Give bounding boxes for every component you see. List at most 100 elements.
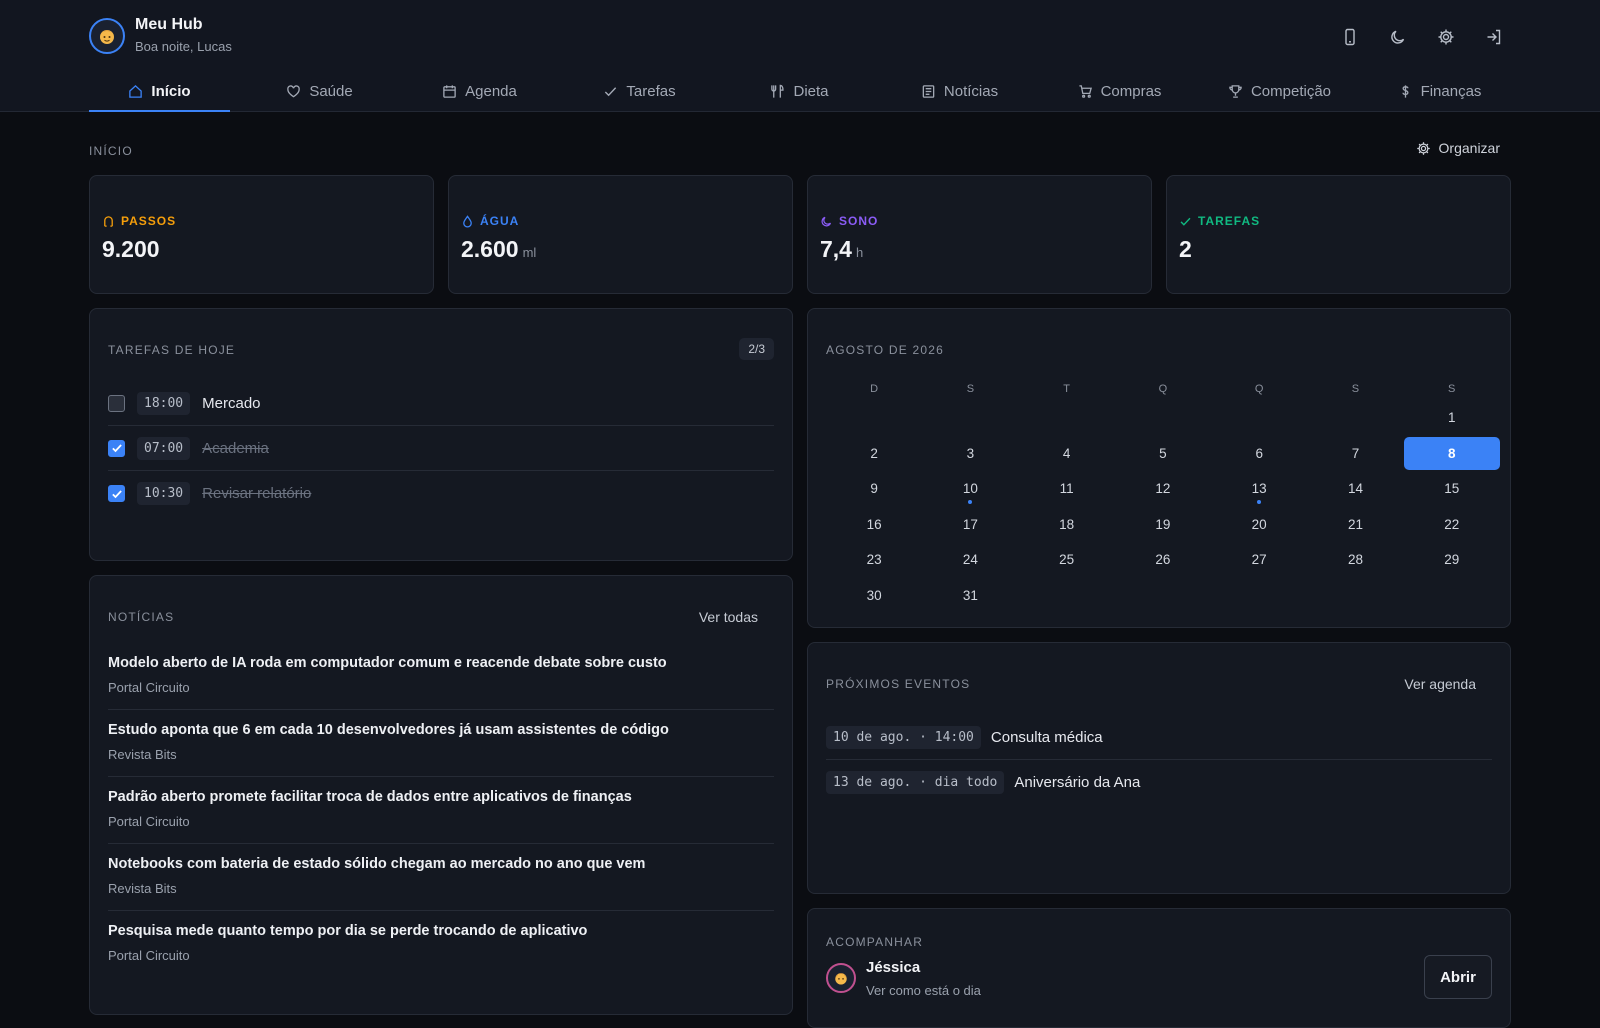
stat-value: 2.600 ml xyxy=(461,236,537,262)
calendar-week: 23 24 25 26 27 28 29 xyxy=(826,543,1500,579)
calendar-day[interactable]: 22 xyxy=(1404,508,1500,541)
organize-button[interactable]: Organizar xyxy=(1416,140,1500,156)
task-checkbox[interactable] xyxy=(108,485,125,502)
check-icon xyxy=(111,489,122,498)
calendar-day[interactable]: 3 xyxy=(922,437,1018,470)
task-time: 18:00 xyxy=(137,391,191,415)
calendar-day[interactable]: 17 xyxy=(922,508,1018,541)
logout-icon[interactable] xyxy=(1478,21,1510,53)
open-button[interactable]: Abrir xyxy=(1424,955,1492,999)
stat-card-passos[interactable]: PASSOS 9.200 xyxy=(89,175,434,294)
event-text: Consulta médica xyxy=(990,728,1103,746)
tab-agenda[interactable]: Agenda xyxy=(409,70,550,112)
see-agenda-link[interactable]: Ver agenda xyxy=(1404,676,1476,692)
calendar-day[interactable]: 1 xyxy=(1404,401,1500,434)
calendar-day[interactable]: 28 xyxy=(1307,543,1403,576)
calendar-day[interactable]: 10 xyxy=(922,472,1018,505)
tab-financas[interactable]: Finanças xyxy=(1369,70,1510,112)
stat-card-agua[interactable]: ÁGUA 2.600 ml xyxy=(448,175,793,294)
gear-icon[interactable] xyxy=(1430,21,1462,53)
calendar-day[interactable]: 31 xyxy=(922,579,1018,612)
news-item[interactable]: Estudo aponta que 6 em cada 10 desenvolv… xyxy=(108,710,774,777)
task-time: 10:30 xyxy=(137,482,191,505)
stat-card-tarefas[interactable]: TAREFAS 2 xyxy=(1166,175,1511,294)
calendar-weekday: S xyxy=(966,383,975,395)
tab-compras[interactable]: Compras xyxy=(1049,70,1190,112)
task-row[interactable]: 10:30 Revisar relatório xyxy=(108,471,774,516)
calendar-day[interactable]: 8 xyxy=(1403,436,1500,470)
news-item[interactable]: Padrão aberto promete facilitar troca de… xyxy=(108,777,774,844)
calendar-day[interactable]: 14 xyxy=(1307,472,1403,505)
event-when: 10 de ago. · 14:00 xyxy=(826,725,981,749)
news-source: Portal Circuito xyxy=(108,680,190,695)
event-row[interactable]: 13 de ago. · dia todo Aniversário da Ana xyxy=(826,760,1492,805)
brand: Meu Hub Boa noite, Lucas xyxy=(89,15,232,56)
task-checkbox[interactable] xyxy=(108,439,125,457)
calendar-empty-cell xyxy=(1404,579,1500,612)
calendar-day[interactable]: 16 xyxy=(826,508,922,541)
news-source: Revista Bits xyxy=(108,747,177,762)
card-title: NOTÍCIAS xyxy=(108,610,175,624)
task-checkbox[interactable] xyxy=(108,394,125,412)
news-item[interactable]: Modelo aberto de IA roda em computador c… xyxy=(108,643,774,710)
calendar-day[interactable]: 26 xyxy=(1115,543,1211,576)
calendar-week: 30 31 xyxy=(826,579,1500,615)
calendar-day[interactable]: 19 xyxy=(1115,508,1211,541)
person-face-icon xyxy=(826,963,856,993)
calendar-day[interactable]: 7 xyxy=(1307,437,1403,470)
section-title: INÍCIO xyxy=(89,144,133,158)
event-row[interactable]: 10 de ago. · 14:00 Consulta médica xyxy=(826,715,1492,760)
calendar-weekday: Q xyxy=(1254,383,1264,395)
stat-card-sono[interactable]: SONO 7,4 h xyxy=(807,175,1152,294)
news-item[interactable]: Pesquisa mede quanto tempo por dia se pe… xyxy=(108,911,774,978)
calendar-day[interactable]: 23 xyxy=(826,543,922,576)
tab-inicio[interactable]: Início xyxy=(89,70,230,112)
card-title: ACOMPANHAR xyxy=(826,935,924,949)
tab-label: Saúde xyxy=(309,82,353,100)
calendar-day[interactable]: 12 xyxy=(1115,472,1211,505)
calendar-empty-cell xyxy=(1019,401,1115,434)
phone-icon[interactable] xyxy=(1334,21,1366,53)
calendar-day[interactable]: 21 xyxy=(1307,508,1403,541)
moon-icon[interactable] xyxy=(1382,21,1414,53)
calendar-day[interactable]: 6 xyxy=(1211,437,1307,470)
calendar-day[interactable]: 11 xyxy=(1019,472,1115,505)
tab-label: Compras xyxy=(1100,82,1162,100)
calendar-day[interactable]: 24 xyxy=(922,543,1018,576)
event-when: 13 de ago. · dia todo xyxy=(826,771,1005,794)
tab-noticias[interactable]: Notícias xyxy=(889,70,1030,112)
task-row[interactable]: 07:00 Academia xyxy=(108,426,774,471)
calendar-day[interactable]: 29 xyxy=(1404,543,1500,576)
calendar-day[interactable]: 27 xyxy=(1211,543,1307,576)
tab-saude[interactable]: Saúde xyxy=(249,70,390,112)
app-header: Meu Hub Boa noite, Lucas Início Saúde Ag… xyxy=(0,0,1600,112)
calendar-empty-cell xyxy=(1307,401,1403,434)
calendar-day[interactable]: 30 xyxy=(826,579,922,612)
tab-tarefas[interactable]: Tarefas xyxy=(569,70,710,112)
calendar-grid: DSTQQSS 1 2 3 4 5 6 7 8 9 10 11 12 13 14 15 16 17 18 19 20 2… xyxy=(826,377,1500,615)
tab-label: Finanças xyxy=(1420,82,1482,100)
tab-dieta[interactable]: Dieta xyxy=(729,70,870,112)
utensils-icon xyxy=(771,84,785,98)
task-row[interactable]: 18:00 Mercado xyxy=(108,381,774,426)
calendar-day[interactable]: 5 xyxy=(1115,437,1211,470)
calendar-weekday: S xyxy=(1351,383,1360,395)
calendar-empty-cell xyxy=(826,401,922,434)
calendar-day[interactable]: 25 xyxy=(1019,543,1115,576)
calendar-day[interactable]: 2 xyxy=(826,437,922,470)
follow-subtitle: Ver como está o dia xyxy=(866,983,981,998)
news-item[interactable]: Notebooks com bateria de estado sólido c… xyxy=(108,844,774,911)
cart-icon xyxy=(1078,84,1092,98)
calendar-day[interactable]: 13 xyxy=(1211,472,1307,505)
calendar-day[interactable]: 15 xyxy=(1404,472,1500,505)
calendar-day[interactable]: 18 xyxy=(1019,508,1115,541)
calendar-day[interactable]: 20 xyxy=(1211,508,1307,541)
calendar-empty-cell xyxy=(1115,401,1211,434)
task-text: Academia xyxy=(202,439,269,457)
check-icon xyxy=(605,86,617,96)
see-all-news-link[interactable]: Ver todas xyxy=(699,609,758,625)
tab-competicao[interactable]: Competição xyxy=(1209,70,1350,112)
app-title: Meu Hub xyxy=(135,16,203,33)
calendar-day[interactable]: 4 xyxy=(1019,437,1115,470)
calendar-day[interactable]: 9 xyxy=(826,472,922,505)
